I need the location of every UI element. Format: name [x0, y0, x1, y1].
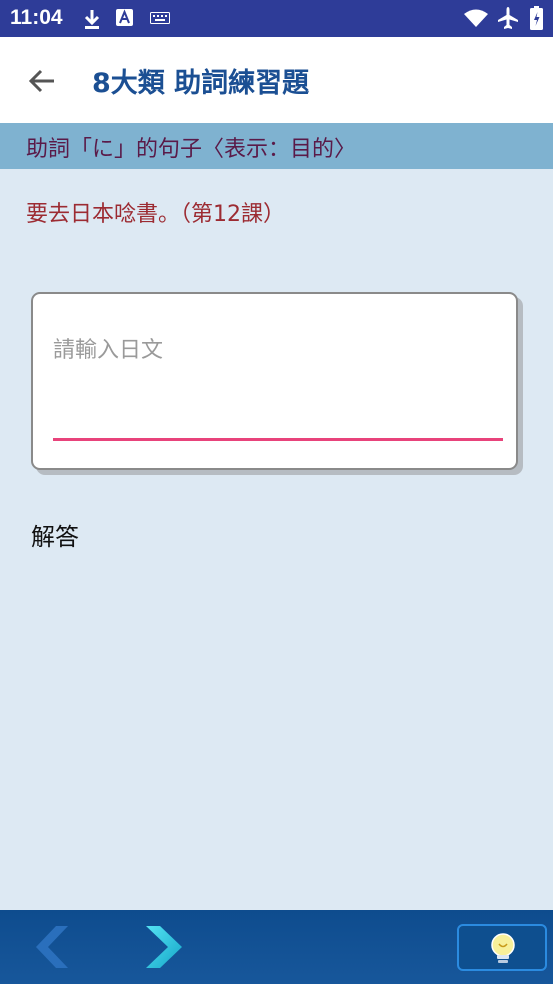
a-badge-icon [116, 9, 133, 26]
battery-icon [530, 6, 543, 30]
download-icon [84, 10, 100, 29]
input-underline [53, 438, 503, 441]
status-bar: 11:04 [0, 0, 553, 37]
keyboard-icon [150, 12, 170, 24]
section-header: 助詞「に」的句子〈表示：目的〉 [0, 123, 553, 169]
page-title: 8大類 助詞練習題 [92, 68, 310, 99]
chevron-left-icon[interactable] [30, 924, 80, 970]
answer-label: 解答 [31, 523, 79, 551]
answer-input-card [31, 292, 518, 470]
airplane-icon [498, 7, 518, 29]
section-title: 助詞「に」的句子〈表示：目的〉 [26, 137, 357, 162]
app-bar: 8大類 助詞練習題 [0, 37, 553, 123]
lightbulb-icon [491, 933, 515, 963]
arrow-left-icon[interactable] [24, 61, 64, 101]
bottom-bar [0, 910, 553, 984]
question-text: 要去日本唸書。（第12課） [26, 202, 285, 227]
chevron-right-icon[interactable] [140, 924, 190, 970]
status-time: 11:04 [10, 6, 63, 29]
japanese-answer-input[interactable] [53, 330, 501, 370]
wifi-icon [464, 9, 488, 27]
hint-button[interactable] [457, 924, 547, 971]
